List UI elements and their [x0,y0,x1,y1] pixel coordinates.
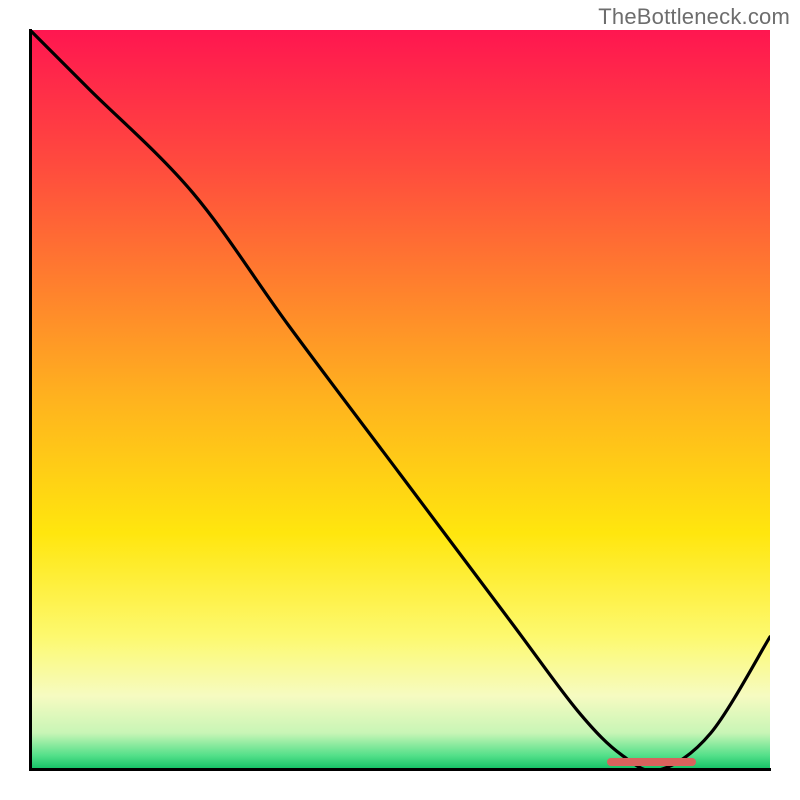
watermark-text: TheBottleneck.com [598,4,790,30]
plot-area [30,30,770,770]
chart-container: TheBottleneck.com [0,0,800,800]
optimal-range-marker [607,758,696,766]
